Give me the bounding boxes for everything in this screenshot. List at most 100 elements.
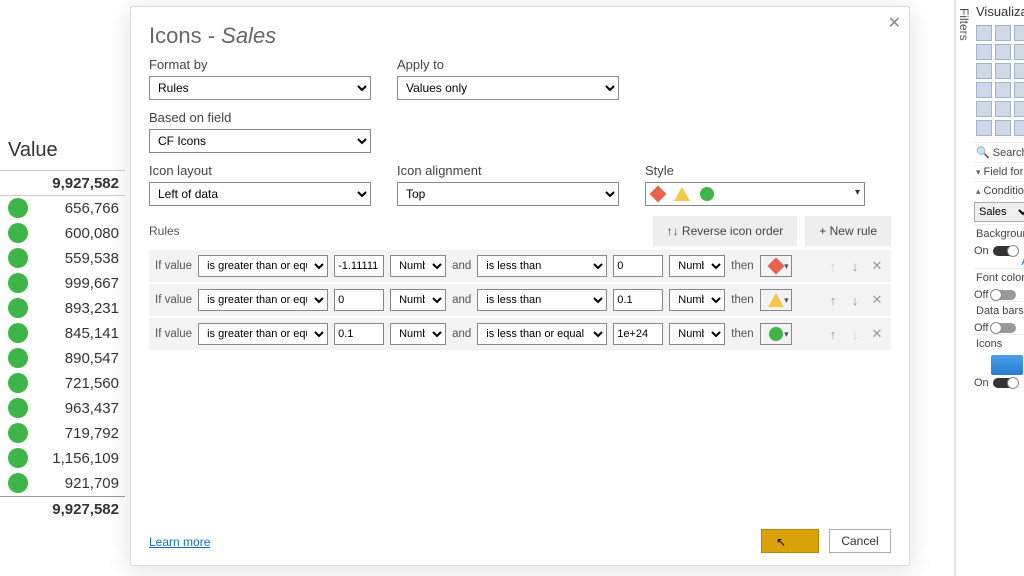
- rule-icon-select[interactable]: ▾: [760, 255, 792, 277]
- value-header: Value: [0, 135, 125, 171]
- icons-label: Icons: [974, 334, 1024, 353]
- viz-icon[interactable]: [995, 82, 1011, 98]
- triangle-icon: [768, 293, 784, 307]
- then-label: then: [731, 328, 753, 340]
- value-table: Value 9,927,582 656,766 600,080 559,538 …: [0, 135, 125, 523]
- fontcolor-toggle[interactable]: Off: [974, 289, 1024, 301]
- table-row: 1,156,109: [0, 446, 125, 471]
- dialog-title: Icons - Sales: [131, 7, 909, 57]
- and-label: and: [452, 294, 471, 306]
- viz-icon[interactable]: [995, 101, 1011, 117]
- status-icon: [8, 448, 28, 468]
- viz-icon[interactable]: [976, 44, 992, 60]
- delete-rule-icon[interactable]: ✕: [869, 292, 885, 308]
- rule-op1-select[interactable]: is greater than or equal to: [198, 323, 328, 345]
- viz-icon[interactable]: [976, 25, 992, 41]
- icons-toggle[interactable]: On: [974, 377, 1024, 389]
- then-label: then: [731, 260, 753, 272]
- if-value-label: If value: [155, 294, 192, 306]
- style-label: Style: [645, 163, 865, 178]
- style-select[interactable]: ▾: [645, 182, 865, 206]
- diamond-icon: [650, 186, 667, 203]
- rule-type1-select[interactable]: Number: [390, 289, 446, 311]
- format-by-select[interactable]: Rules: [149, 76, 371, 100]
- reverse-icon-order-button[interactable]: ↑↓ Reverse icon order: [653, 216, 798, 246]
- bgcolor-label: Background: [974, 224, 1024, 243]
- icon-layout-select[interactable]: Left of data: [149, 182, 371, 206]
- subscribe-badge[interactable]: [991, 355, 1023, 375]
- status-icon: [8, 348, 28, 368]
- rule-icon-select[interactable]: ▾: [760, 289, 792, 311]
- viz-icon[interactable]: [976, 120, 992, 136]
- move-up-icon[interactable]: ↑: [825, 327, 841, 342]
- circle-icon: [769, 327, 783, 341]
- cancel-button[interactable]: Cancel: [829, 529, 891, 553]
- icon-alignment-select[interactable]: Top: [397, 182, 619, 206]
- viz-icon[interactable]: [995, 120, 1011, 136]
- chevron-down-icon: ▾: [855, 187, 860, 198]
- viz-icon[interactable]: [1014, 44, 1024, 60]
- close-icon[interactable]: ✕: [888, 13, 901, 33]
- viz-icon[interactable]: [995, 63, 1011, 79]
- rule-op2-select[interactable]: is less than: [477, 289, 607, 311]
- cursor-icon: ↖: [776, 535, 786, 549]
- rule-op2-select[interactable]: is less than: [477, 255, 607, 277]
- table-row: 600,080: [0, 221, 125, 246]
- viz-icon[interactable]: [976, 82, 992, 98]
- viz-icon[interactable]: [1014, 25, 1024, 41]
- rule-type1-select[interactable]: Number: [390, 255, 446, 277]
- rule-value1-input[interactable]: [334, 255, 384, 277]
- rule-op2-select[interactable]: is less than or equal to: [477, 323, 607, 345]
- rule-icon-select[interactable]: ▾: [760, 323, 792, 345]
- viz-icon[interactable]: [1014, 82, 1024, 98]
- filters-tab[interactable]: Filters: [955, 0, 972, 576]
- diamond-icon: [767, 258, 784, 275]
- delete-rule-icon[interactable]: ✕: [869, 258, 885, 274]
- rule-op1-select[interactable]: is greater than or equal to: [198, 255, 328, 277]
- move-up-icon[interactable]: ↑: [825, 293, 841, 308]
- viz-icon[interactable]: [995, 25, 1011, 41]
- search-row[interactable]: 🔍 Search: [974, 142, 1024, 162]
- move-down-icon[interactable]: ↓: [847, 293, 863, 308]
- rule-type1-select[interactable]: Number: [390, 323, 446, 345]
- rule-value1-input[interactable]: [334, 323, 384, 345]
- advanced-link[interactable]: Adv: [974, 257, 1024, 268]
- then-label: then: [731, 294, 753, 306]
- cond-field-select[interactable]: Sales: [974, 202, 1024, 222]
- rule-value2-input[interactable]: [613, 289, 663, 311]
- ok-button[interactable]: OK ↖: [761, 529, 819, 553]
- databars-toggle[interactable]: Off: [974, 322, 1024, 334]
- rule-type2-select[interactable]: Number: [669, 289, 725, 311]
- bgcolor-toggle[interactable]: On: [974, 245, 1024, 257]
- field-formatting-section[interactable]: Field forma: [974, 162, 1024, 181]
- table-row: 656,766: [0, 196, 125, 221]
- delete-rule-icon[interactable]: ✕: [869, 326, 885, 342]
- table-row: 719,792: [0, 421, 125, 446]
- viz-pane-title: Visualizati: [974, 4, 1024, 19]
- viz-icon[interactable]: [995, 44, 1011, 60]
- table-row: 963,437: [0, 396, 125, 421]
- new-rule-button[interactable]: + New rule: [805, 216, 891, 246]
- viz-icon[interactable]: [1014, 63, 1024, 79]
- table-row: 893,231: [0, 296, 125, 321]
- table-row: 921,709: [0, 471, 125, 496]
- rule-type2-select[interactable]: Number: [669, 323, 725, 345]
- learn-more-link[interactable]: Learn more: [149, 535, 210, 549]
- rule-op1-select[interactable]: is greater than or equal to: [198, 289, 328, 311]
- rule-value2-input[interactable]: [613, 255, 663, 277]
- viz-icon[interactable]: [976, 63, 992, 79]
- rule-type2-select[interactable]: Number: [669, 255, 725, 277]
- move-down-icon[interactable]: ↓: [847, 259, 863, 274]
- based-on-select[interactable]: CF Icons: [149, 129, 371, 153]
- apply-to-select[interactable]: Values only: [397, 76, 619, 100]
- table-row: 845,141: [0, 321, 125, 346]
- viz-icon[interactable]: [1014, 101, 1024, 117]
- viz-icon[interactable]: [976, 101, 992, 117]
- icon-layout-label: Icon layout: [149, 163, 371, 178]
- rule-value2-input[interactable]: [613, 323, 663, 345]
- status-icon: [8, 373, 28, 393]
- conditional-formatting-section[interactable]: Conditiona: [974, 181, 1024, 200]
- rule-value1-input[interactable]: [334, 289, 384, 311]
- viz-icon[interactable]: [1014, 120, 1024, 136]
- and-label: and: [452, 260, 471, 272]
